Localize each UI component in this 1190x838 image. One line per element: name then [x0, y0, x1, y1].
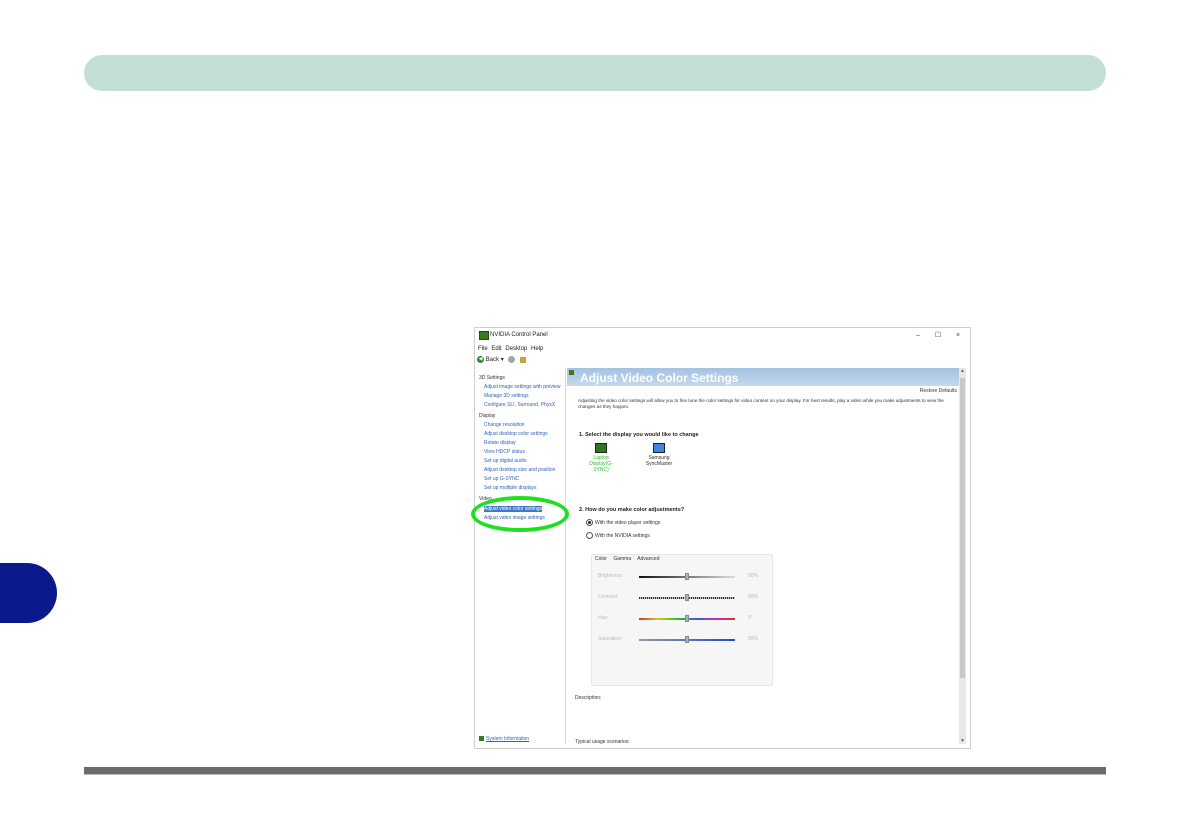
adjust-tabs: Color Gamma Advanced	[595, 556, 665, 562]
brightness-label: Brightness:	[598, 573, 624, 579]
color-adjust-panel: Color Gamma Advanced Brightness: 50% Con…	[591, 554, 773, 686]
page-icon	[569, 370, 574, 375]
hue-slider-row: Hue: 0°	[592, 614, 772, 624]
brightness-value: 50%	[748, 573, 759, 579]
page-description: Adjusting the video color settings will …	[578, 398, 944, 409]
scroll-thumb[interactable]	[960, 378, 965, 678]
minimize-button[interactable]: –	[912, 330, 924, 341]
menu-bar: File Edit Desktop Help	[478, 346, 545, 352]
close-button[interactable]: ×	[952, 330, 964, 341]
tree-item-multiple-displays[interactable]: Set up multiple displays	[484, 485, 537, 491]
content-scrollbar[interactable]: ▲ ▼	[959, 368, 966, 744]
menu-help[interactable]: Help	[531, 346, 543, 352]
tab-gamma[interactable]: Gamma	[613, 556, 631, 562]
content-header: Adjust Video Color Settings	[567, 368, 959, 386]
display-option-samsung[interactable]: Samsung SyncMaster	[642, 443, 676, 467]
typical-usage-label: Typical usage scenarios:	[575, 739, 630, 745]
title-bar: NVIDIA Control Panel – ☐ ×	[475, 328, 970, 343]
tree-item-rotate-display[interactable]: Rotate display	[484, 440, 516, 446]
color-adjust-heading: 2. How do you make color adjustments?	[579, 507, 685, 513]
radio-nvidia-settings[interactable]: With the NVIDIA settings	[586, 532, 650, 539]
home-icon[interactable]	[520, 356, 527, 363]
task-tree: 3D Settings Adjust image settings with p…	[477, 368, 566, 744]
radio-nvidia-label: With the NVIDIA settings	[595, 532, 650, 539]
saturation-slider-row: Saturation: 50%	[592, 635, 772, 645]
tree-category-3d-settings[interactable]: 3D Settings	[479, 375, 505, 381]
tree-item-digital-audio[interactable]: Set up digital audio	[484, 458, 527, 464]
display-option-laptop[interactable]: Laptop Display(G-SYNC)	[584, 443, 618, 473]
select-display-heading: 1. Select the display you would like to …	[579, 432, 699, 438]
radio-unselected-icon	[586, 532, 593, 539]
description-label: Description:	[575, 695, 602, 701]
tree-item-desktop-size[interactable]: Adjust desktop size and position	[484, 467, 555, 473]
maximize-button[interactable]: ☐	[932, 330, 944, 341]
menu-desktop[interactable]: Desktop	[505, 346, 527, 352]
tab-advanced[interactable]: Advanced	[637, 556, 659, 562]
tree-item-manage-3d[interactable]: Manage 3D settings	[484, 393, 528, 399]
system-information-link[interactable]: System Information	[479, 736, 529, 742]
tree-item-desktop-color[interactable]: Adjust desktop color settings	[484, 431, 548, 437]
window-title: NVIDIA Control Panel	[490, 332, 548, 338]
radio-video-player[interactable]: With the video player settings	[586, 519, 660, 526]
tree-category-display[interactable]: Display	[479, 413, 495, 419]
chapter-tab	[0, 563, 57, 623]
tree-item-change-resolution[interactable]: Change resolution	[484, 422, 525, 428]
saturation-label: Saturation:	[598, 636, 623, 642]
menu-file[interactable]: File	[478, 346, 488, 352]
content-pane: Adjust Video Color Settings Restore Defa…	[567, 368, 959, 745]
saturation-thumb[interactable]	[685, 636, 689, 643]
tree-item-gsync[interactable]: Set up G-SYNC	[484, 476, 519, 482]
footer-rule	[84, 767, 1106, 775]
tree-item-configure-sli[interactable]: Configure SLI, Surround, PhysX	[484, 402, 555, 408]
menu-edit[interactable]: Edit	[491, 346, 501, 352]
nvidia-app-icon	[479, 331, 489, 340]
nvidia-control-panel-window: NVIDIA Control Panel – ☐ × File Edit Des…	[474, 327, 971, 749]
system-info-icon	[479, 736, 484, 742]
tree-item-hdcp-status[interactable]: View HDCP status	[484, 449, 525, 455]
brightness-thumb[interactable]	[685, 573, 689, 580]
highlight-ellipse	[471, 496, 569, 532]
contrast-label: Contrast:	[598, 594, 619, 600]
radio-video-player-label: With the video player settings	[595, 519, 661, 526]
saturation-value: 50%	[748, 636, 759, 642]
scroll-up-icon[interactable]: ▲	[959, 368, 966, 374]
brightness-slider-row: Brightness: 50%	[592, 572, 772, 582]
back-arrow-icon[interactable]: ◀	[477, 356, 484, 363]
contrast-slider-row: Contrast: 50%	[592, 593, 772, 603]
toolbar: ◀ Back ▾	[477, 356, 527, 367]
contrast-value: 50%	[748, 594, 759, 600]
page-title: Adjust Video Color Settings	[580, 371, 739, 385]
tab-color[interactable]: Color	[595, 556, 607, 562]
hue-thumb[interactable]	[685, 615, 689, 622]
monitor-display-icon	[653, 443, 665, 453]
laptop-display-icon	[595, 443, 607, 453]
display-samsung-sublabel: SyncMaster	[645, 461, 673, 467]
back-button[interactable]: Back	[486, 357, 499, 363]
hue-value: 0°	[748, 615, 753, 621]
contrast-thumb[interactable]	[685, 594, 689, 601]
hue-label: Hue:	[598, 615, 609, 621]
forward-icon[interactable]	[508, 356, 516, 363]
system-information-label: System Information	[486, 736, 530, 742]
restore-defaults-link[interactable]: Restore Defaults	[920, 388, 957, 394]
page-header-band	[84, 55, 1106, 91]
display-laptop-sublabel: Display(G-SYNC)	[589, 461, 613, 473]
tree-item-adjust-image-preview[interactable]: Adjust image settings with preview	[484, 384, 560, 390]
back-dropdown-icon[interactable]: ▾	[501, 357, 504, 363]
radio-selected-icon	[586, 519, 593, 526]
scroll-down-icon[interactable]: ▼	[959, 738, 966, 744]
